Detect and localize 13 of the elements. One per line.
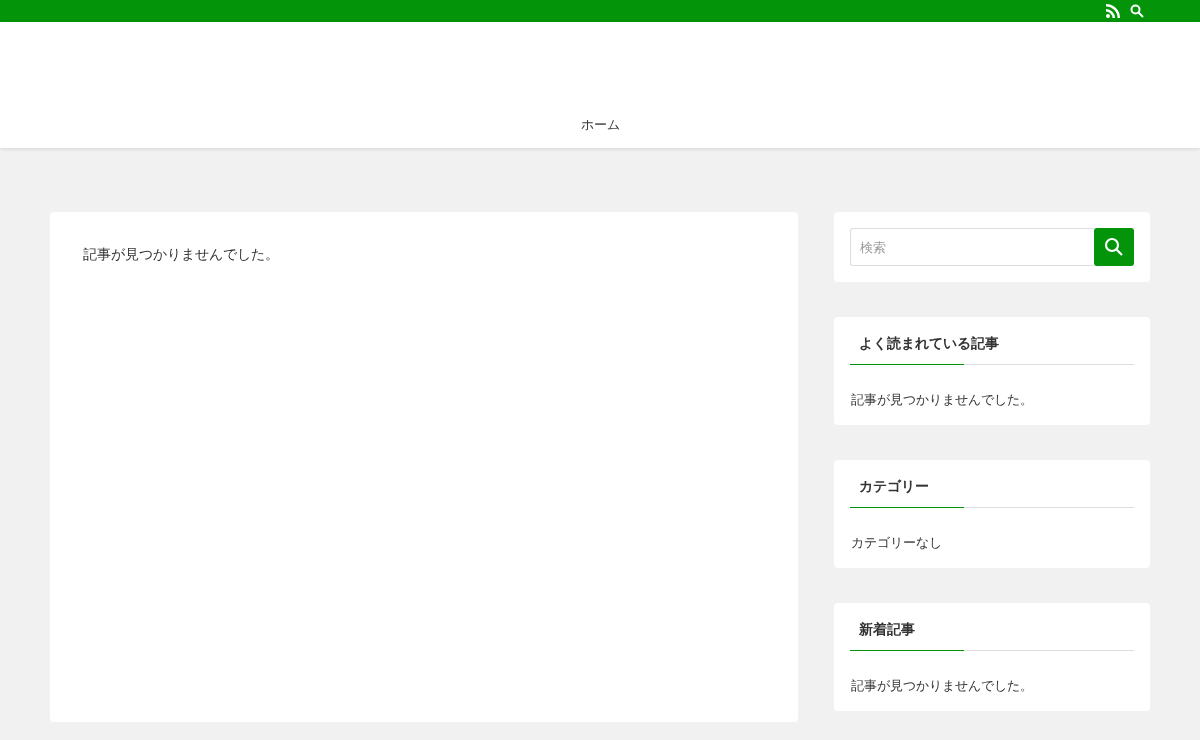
widget-title: 新着記事 bbox=[850, 619, 1134, 651]
widget-text: 記事が見つかりませんでした。 bbox=[850, 677, 1034, 695]
nav-link[interactable]: ホーム bbox=[580, 116, 620, 134]
widget-text: カテゴリーなし bbox=[850, 534, 943, 552]
widget-title: よく読まれている記事 bbox=[850, 333, 1134, 365]
search-icon[interactable] bbox=[1130, 4, 1144, 18]
widget-text: 記事が見つかりませんでした。 bbox=[850, 391, 1034, 409]
no-posts-message: 記事が見つかりませんでした。 bbox=[83, 246, 280, 264]
rss-icon[interactable] bbox=[1106, 4, 1120, 18]
search-field[interactable]: 検索 bbox=[850, 228, 1094, 266]
search-icon bbox=[1104, 237, 1124, 257]
widget-title: カテゴリー bbox=[850, 476, 1134, 508]
search-button[interactable] bbox=[1094, 228, 1134, 266]
